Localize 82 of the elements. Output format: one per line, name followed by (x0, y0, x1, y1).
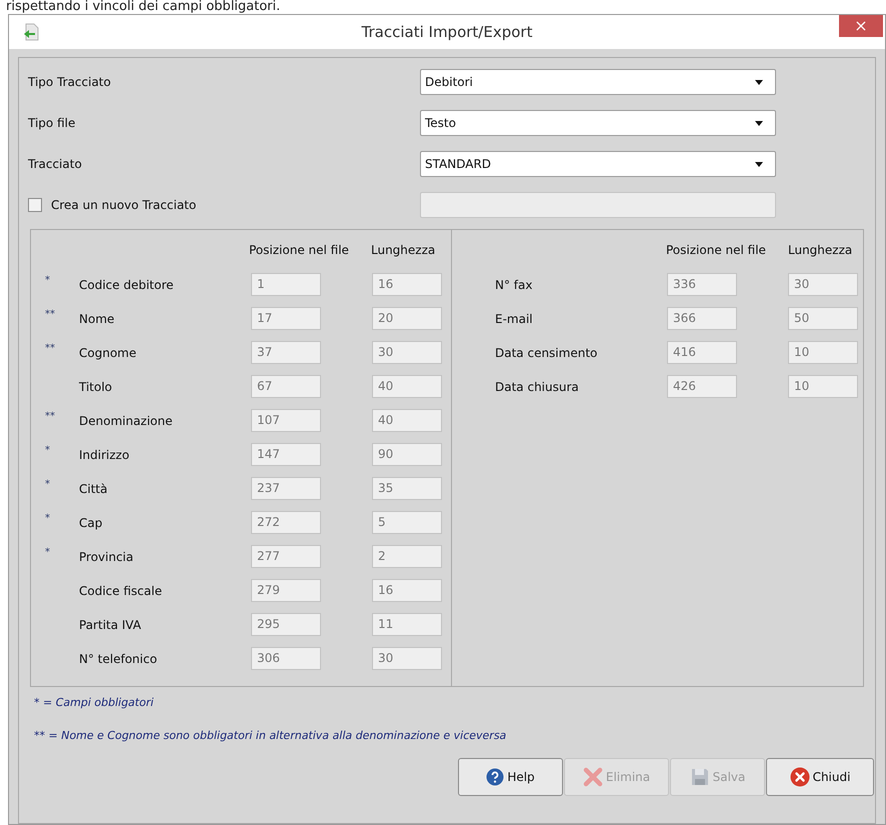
position-field: 277 (251, 545, 321, 568)
length-field: 10 (788, 341, 858, 364)
required-marker: ** (45, 410, 56, 424)
field-label: Partita IVA (79, 616, 142, 634)
dropdown[interactable]: STANDARD (420, 151, 776, 177)
field-label: Tipo Tracciato (28, 74, 112, 91)
help-icon (486, 768, 504, 786)
length-field: 35 (372, 477, 442, 500)
caret-icon (755, 162, 763, 166)
legend-note: * = Campi obbligatori (34, 695, 155, 711)
required-marker: ** (45, 308, 56, 322)
length-field: 5 (372, 511, 442, 534)
window-title: Tracciati Import/Export (362, 22, 532, 43)
column-header: Lunghezza (371, 242, 436, 259)
length-field: 16 (372, 579, 442, 602)
column-header: Posizione nel file (249, 242, 350, 259)
length-field: 40 (372, 409, 442, 432)
field-label: Titolo (79, 378, 114, 396)
field-label: E-mail (495, 310, 534, 328)
length-field: 16 (372, 273, 442, 296)
position-field: 306 (251, 647, 321, 670)
position-field: 416 (667, 341, 737, 364)
position-field: 366 (667, 307, 737, 330)
field-label: N° telefonico (79, 650, 158, 668)
field-label: Città (79, 480, 108, 498)
field-label: Tipo file (28, 115, 76, 132)
position-field: 37 (251, 341, 321, 364)
length-field: 50 (788, 307, 858, 330)
help-button[interactable]: Help (458, 758, 563, 796)
field-label: Cap (79, 514, 104, 532)
position-field: 295 (251, 613, 321, 636)
length-field: 40 (372, 375, 442, 398)
position-field: 426 (667, 375, 737, 398)
caption-text: rispettando i vincoli dei campi obbligatori. (6, 0, 280, 14)
required-marker: * (45, 512, 51, 526)
position-field: 67 (251, 375, 321, 398)
length-field: 20 (372, 307, 442, 330)
position-field: 107 (251, 409, 321, 432)
caret-icon (755, 120, 763, 126)
dropdown[interactable]: Debitori (420, 69, 776, 95)
cross-icon (582, 767, 603, 787)
column-header: Lunghezza (788, 242, 852, 259)
length-field: 30 (788, 273, 858, 296)
required-marker: * (45, 444, 51, 458)
close-icon (790, 767, 810, 787)
field-label: Denominazione (79, 412, 174, 430)
position-field: 279 (251, 579, 321, 602)
field-label: Nome (79, 310, 116, 328)
position-field: 272 (251, 511, 321, 534)
field-label: Indirizzo (79, 446, 130, 464)
required-marker: * (45, 546, 51, 560)
field-label: Tracciato (28, 156, 83, 173)
position-field: 1 (251, 273, 321, 296)
field-label: Codice debitore (79, 276, 175, 294)
app-icon (23, 23, 41, 41)
column-header: Posizione nel file (666, 242, 767, 259)
position-field: 147 (251, 443, 321, 466)
close-button[interactable]: × (839, 15, 883, 37)
field-label: Data censimento (495, 344, 598, 362)
length-field: 30 (372, 647, 442, 670)
field-label: Provincia (79, 548, 134, 566)
length-field: 2 (372, 545, 442, 568)
required-marker: * (45, 274, 51, 288)
field-label: Cognome (79, 344, 138, 362)
caret-icon (755, 80, 763, 84)
field-label: Data chiusura (495, 378, 580, 396)
length-field: 10 (788, 375, 858, 398)
legend-note: ** = Nome e Cognome sono obbligatori in alternativa alla denominazione e viceversa (34, 728, 508, 744)
length-field: 30 (372, 341, 442, 364)
required-marker: * (45, 478, 51, 492)
checkbox[interactable] (28, 198, 42, 212)
position-field: 336 (667, 273, 737, 296)
required-marker: ** (45, 342, 56, 356)
position-field: 17 (251, 307, 321, 330)
position-field: 237 (251, 477, 321, 500)
length-field: 11 (372, 613, 442, 636)
field-label: N° fax (495, 276, 534, 294)
close-button[interactable]: Chiudi (766, 758, 874, 796)
field-label: Codice fiscale (79, 582, 163, 600)
length-field: 90 (372, 443, 442, 466)
checkbox-label: Crea un nuovo Tracciato (51, 197, 198, 214)
dropdown[interactable]: Testo (420, 110, 776, 136)
